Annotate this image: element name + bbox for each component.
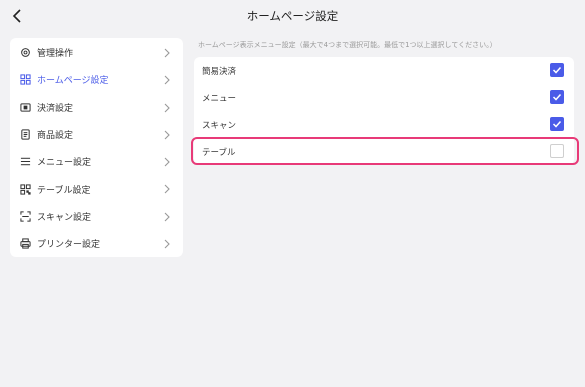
printer-icon xyxy=(19,238,31,250)
sidebar-item-label: メニュー設定 xyxy=(37,158,92,169)
page-title: ホームページ設定 xyxy=(246,9,339,23)
checkmark-icon xyxy=(552,93,562,101)
sidebar: 管理操作 ホームページ設定 決済設定 商品設定 メニュー設定 テーブル設定 スキ… xyxy=(10,38,183,257)
option-label: スキャン xyxy=(202,120,237,131)
sidebar-item-label: スキャン設定 xyxy=(37,212,92,223)
option-label: テーブル xyxy=(202,147,236,158)
option-table[interactable]: テーブル xyxy=(194,138,574,165)
qr-code-icon xyxy=(19,183,31,195)
option-quick-payment[interactable]: 簡易決済 xyxy=(194,57,574,84)
payment-icon xyxy=(19,101,31,113)
option-label: 簡易決済 xyxy=(202,66,237,77)
checkbox-checked[interactable] xyxy=(550,90,564,104)
selection-hint: ホームページ表示メニュー設定（最大で4つまで選択可能。最低で1つ以上選択してくだ… xyxy=(198,41,497,49)
sidebar-item-printer[interactable]: プリンター設定 xyxy=(10,230,183,257)
chevron-right-icon xyxy=(164,239,170,249)
chevron-right-icon xyxy=(164,130,170,140)
chevron-right-icon xyxy=(164,75,170,85)
sidebar-item-homepage[interactable]: ホームページ設定 xyxy=(10,66,183,93)
chevron-right-icon xyxy=(164,103,170,112)
top-bar: ホームページ設定 xyxy=(0,0,585,32)
chevron-right-icon xyxy=(164,185,170,194)
sidebar-item-label: ホームページ設定 xyxy=(37,76,109,87)
grid-icon xyxy=(19,74,31,86)
chevron-right-icon xyxy=(164,157,170,167)
sidebar-item-scan[interactable]: スキャン設定 xyxy=(10,203,183,230)
option-menu[interactable]: メニュー xyxy=(194,84,574,111)
sidebar-item-management[interactable]: 管理操作 xyxy=(10,39,183,66)
option-label: メニュー xyxy=(202,93,237,104)
checkbox-unchecked[interactable] xyxy=(550,144,564,158)
checkmark-icon xyxy=(552,120,562,128)
sidebar-item-table[interactable]: テーブル設定 xyxy=(10,175,183,202)
sidebar-item-menu[interactable]: メニュー設定 xyxy=(10,148,183,175)
homepage-menu-options: 簡易決済 メニュー スキャン テーブル xyxy=(194,57,574,165)
option-scan[interactable]: スキャン xyxy=(194,111,574,138)
sidebar-item-label: テーブル設定 xyxy=(37,185,91,196)
sidebar-item-label: プリンター設定 xyxy=(37,240,101,251)
sidebar-item-label: 商品設定 xyxy=(37,131,74,142)
chevron-right-icon xyxy=(164,48,170,58)
checkmark-icon xyxy=(552,66,562,74)
sidebar-item-label: 管理操作 xyxy=(37,49,74,60)
scan-icon xyxy=(19,210,31,222)
checkbox-checked[interactable] xyxy=(550,63,564,77)
gear-icon xyxy=(19,47,31,59)
checkbox-checked[interactable] xyxy=(550,117,564,131)
sidebar-item-products[interactable]: 商品設定 xyxy=(10,121,183,148)
menu-icon xyxy=(19,156,31,168)
chevron-right-icon xyxy=(164,212,170,222)
sidebar-item-payment[interactable]: 決済設定 xyxy=(10,94,183,121)
document-icon xyxy=(19,129,31,141)
sidebar-item-label: 決済設定 xyxy=(37,103,74,114)
